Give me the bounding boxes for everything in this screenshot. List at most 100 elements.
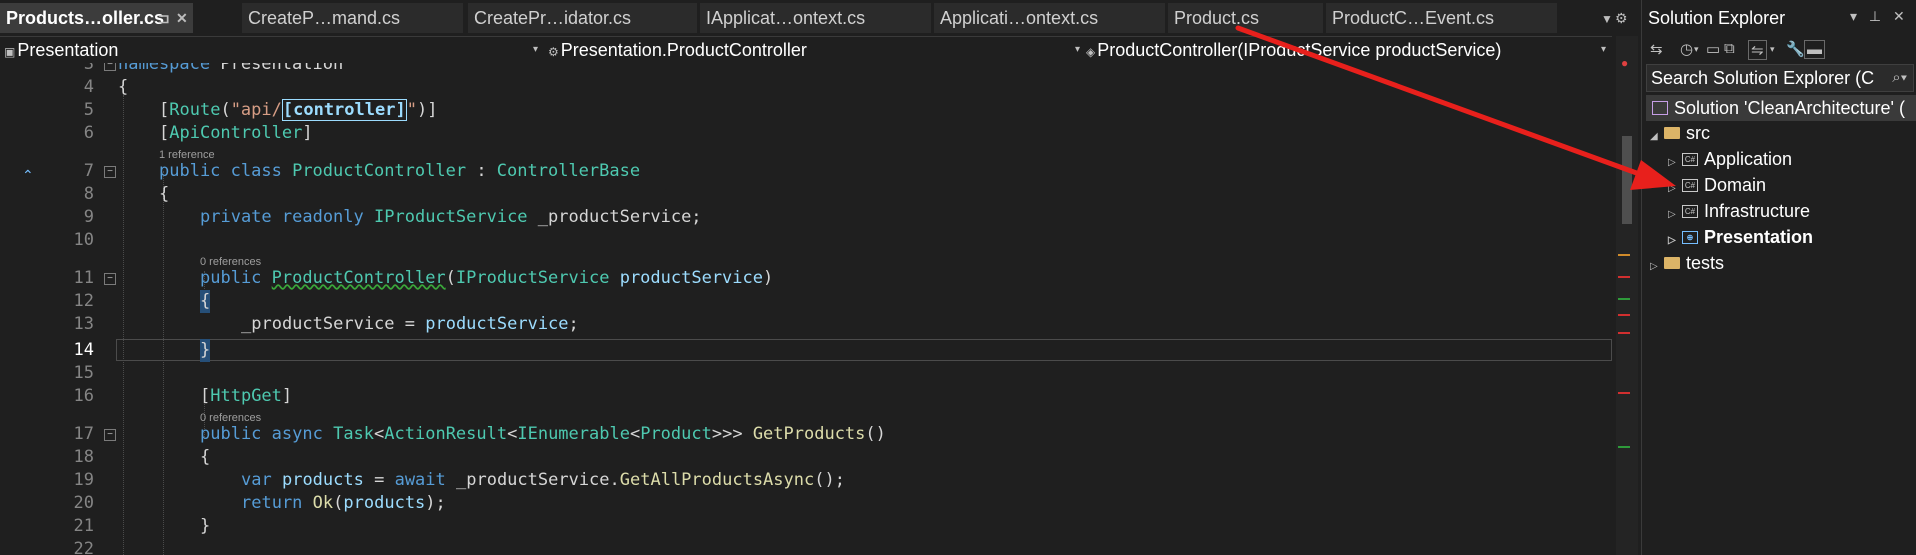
- code-text: [HttpGet]: [200, 386, 293, 406]
- code-line: 19 var products = await _productService.…: [0, 469, 1612, 492]
- tab-label: IApplicat…ontext.cs: [706, 8, 866, 28]
- tab-label: Applicati…ontext.cs: [940, 8, 1099, 28]
- error-indicator-icon: ●: [1621, 56, 1629, 70]
- gear-icon[interactable]: ⚙: [1615, 10, 1628, 27]
- tree-item-src[interactable]: ◢ src: [1650, 120, 1710, 146]
- code-line-current: 14 }: [0, 339, 1612, 362]
- line-number: 3: [83, 63, 94, 74]
- code-line: 15: [0, 362, 1612, 385]
- tab-label: CreatePr…idator.cs: [474, 8, 632, 28]
- line-number: 13: [73, 314, 94, 334]
- history-icon[interactable]: ◷: [1680, 40, 1693, 58]
- folder-icon: [1664, 127, 1680, 140]
- code-text: }: [200, 339, 211, 362]
- tree-item-label: Application: [1704, 149, 1793, 169]
- tree-item-tests[interactable]: ▷ tests: [1650, 250, 1724, 276]
- tab-label: ProductC…Event.cs: [1332, 8, 1495, 28]
- navigation-bar: ▣ Presentation ▾ ⚙ Presentation.ProductCon…: [0, 36, 1612, 64]
- tab-productscontroller[interactable]: Products…oller.cs ⊐ ✕: [0, 3, 194, 33]
- tab-iapplicationdbcontext[interactable]: IApplicat…ontext.cs: [700, 3, 932, 33]
- scrollbar-thumb[interactable]: [1622, 136, 1632, 224]
- solution-explorer-search-input[interactable]: Search Solution Explorer (C ⌕▾: [1646, 64, 1914, 92]
- line-number: 21: [73, 516, 94, 536]
- collapsed-chevron-icon[interactable]: ▷: [1650, 254, 1664, 280]
- code-editor[interactable]: ⌃ 3 − namespace Presentation 4 { 5 [Rout…: [0, 63, 1612, 555]
- tree-item-domain[interactable]: ▷ C# Domain: [1668, 172, 1766, 198]
- collapse-icon[interactable]: −: [104, 63, 116, 71]
- code-line: 3 − namespace Presentation: [0, 63, 1612, 76]
- code-text: namespace Presentation: [118, 63, 344, 74]
- search-icon[interactable]: ⌕▾: [1889, 65, 1907, 91]
- line-number: 22: [73, 539, 94, 555]
- switch-views-icon[interactable]: ⇆: [1650, 40, 1663, 58]
- tab-createproductvalidator[interactable]: CreatePr…idator.cs: [468, 3, 698, 33]
- code-text: [Route("api/[controller]")]: [159, 99, 438, 121]
- solution-explorer-toolbar: ⇆ ◷ ▾ ▭ ⧉ ⇋ ▾ 🔧 ▬: [1642, 36, 1916, 62]
- change-marker: [1618, 446, 1630, 448]
- tree-item-label: Infrastructure: [1704, 201, 1811, 221]
- tab-overflow-dropdown-icon[interactable]: ▼: [1601, 12, 1613, 26]
- line-number: 6: [83, 123, 94, 143]
- code-line: 21 }: [0, 515, 1612, 538]
- code-line: 12 {: [0, 290, 1612, 313]
- code-text: {: [200, 290, 211, 313]
- member-dropdown[interactable]: ◈ ProductController(IProductService produ…: [1086, 37, 1608, 63]
- chevron-down-icon: ▾: [532, 44, 538, 55]
- editor-vertical-scrollbar[interactable]: ●: [1616, 36, 1638, 555]
- close-icon[interactable]: ✕: [1893, 8, 1905, 24]
- pin-icon[interactable]: ⊥: [1869, 8, 1881, 24]
- tree-item-solution[interactable]: Solution 'CleanArchitecture' (: [1646, 95, 1916, 121]
- collapse-all-icon[interactable]: ▭: [1706, 40, 1720, 58]
- tree-item-label: Domain: [1704, 175, 1767, 195]
- line-number: 20: [73, 493, 94, 513]
- panel-title-buttons: ▾ ⊥ ✕: [1850, 8, 1905, 25]
- project-dropdown[interactable]: ▣ Presentation ▾: [4, 37, 540, 63]
- code-text: _productService = productService;: [241, 314, 579, 334]
- code-text: {: [159, 184, 170, 204]
- csharp-project-icon: C#: [1682, 152, 1698, 166]
- code-line: 9 private readonly IProductService _prod…: [0, 206, 1612, 229]
- collapse-icon[interactable]: −: [104, 166, 116, 178]
- code-text: {: [118, 77, 129, 97]
- collapse-icon[interactable]: −: [104, 273, 116, 285]
- tab-productcreatedevent[interactable]: ProductC…Event.cs: [1326, 3, 1558, 33]
- tree-item-presentation[interactable]: ▷ ⊕ Presentation: [1668, 224, 1813, 250]
- tree-item-infrastructure[interactable]: ▷ C# Infrastructure: [1668, 198, 1810, 224]
- code-line: 13 _productService = productService;: [0, 313, 1612, 336]
- line-number: 17: [73, 424, 94, 444]
- tab-createproductcommand[interactable]: CreateP…mand.cs: [242, 3, 464, 33]
- code-line: 17 − public async Task<ActionResult<IEnu…: [0, 423, 1612, 446]
- chevron-down-icon[interactable]: ▾: [1770, 44, 1775, 55]
- error-marker: [1618, 392, 1630, 394]
- tree-item-label: Solution 'CleanArchitecture' (: [1674, 98, 1905, 118]
- csharp-project-icon: C#: [1682, 178, 1698, 192]
- expanded-chevron-icon[interactable]: ◢: [1650, 124, 1664, 150]
- search-placeholder: Search Solution Explorer (C: [1651, 68, 1875, 88]
- chevron-down-icon[interactable]: ▾: [1850, 8, 1857, 24]
- error-marker: [1618, 314, 1630, 316]
- line-number: 8: [83, 184, 94, 204]
- line-number: 12: [73, 291, 94, 311]
- web-project-icon: ⊕: [1682, 230, 1698, 244]
- code-text: }: [200, 516, 211, 536]
- tab-applicationdbcontext[interactable]: Applicati…ontext.cs: [934, 3, 1166, 33]
- code-text: private readonly IProductService _produc…: [200, 207, 702, 227]
- close-icon[interactable]: ✕: [176, 3, 188, 33]
- collapse-icon[interactable]: −: [104, 429, 116, 441]
- line-number: 18: [73, 447, 94, 467]
- tree-item-label: tests: [1686, 253, 1725, 273]
- code-line: 4 {: [0, 76, 1612, 99]
- method-icon: ◈: [1086, 45, 1096, 59]
- chevron-down-icon[interactable]: ▾: [1694, 44, 1699, 55]
- tree-item-application[interactable]: ▷ C# Application: [1668, 146, 1792, 172]
- show-all-files-icon[interactable]: ⧉: [1724, 40, 1735, 57]
- csharp-project-icon: C#: [1682, 204, 1698, 218]
- class-icon: ⚙: [548, 45, 559, 59]
- pin-icon[interactable]: ⊐: [158, 3, 170, 33]
- properties-icon[interactable]: 🔧: [1786, 40, 1805, 58]
- line-number: 14: [73, 340, 94, 360]
- sync-active-document-icon[interactable]: ⇋: [1748, 40, 1767, 60]
- tab-product[interactable]: Product.cs: [1168, 3, 1324, 33]
- preview-selected-items-icon[interactable]: ▬: [1804, 40, 1825, 59]
- type-dropdown[interactable]: ⚙ Presentation.ProductController ▾: [548, 37, 1082, 63]
